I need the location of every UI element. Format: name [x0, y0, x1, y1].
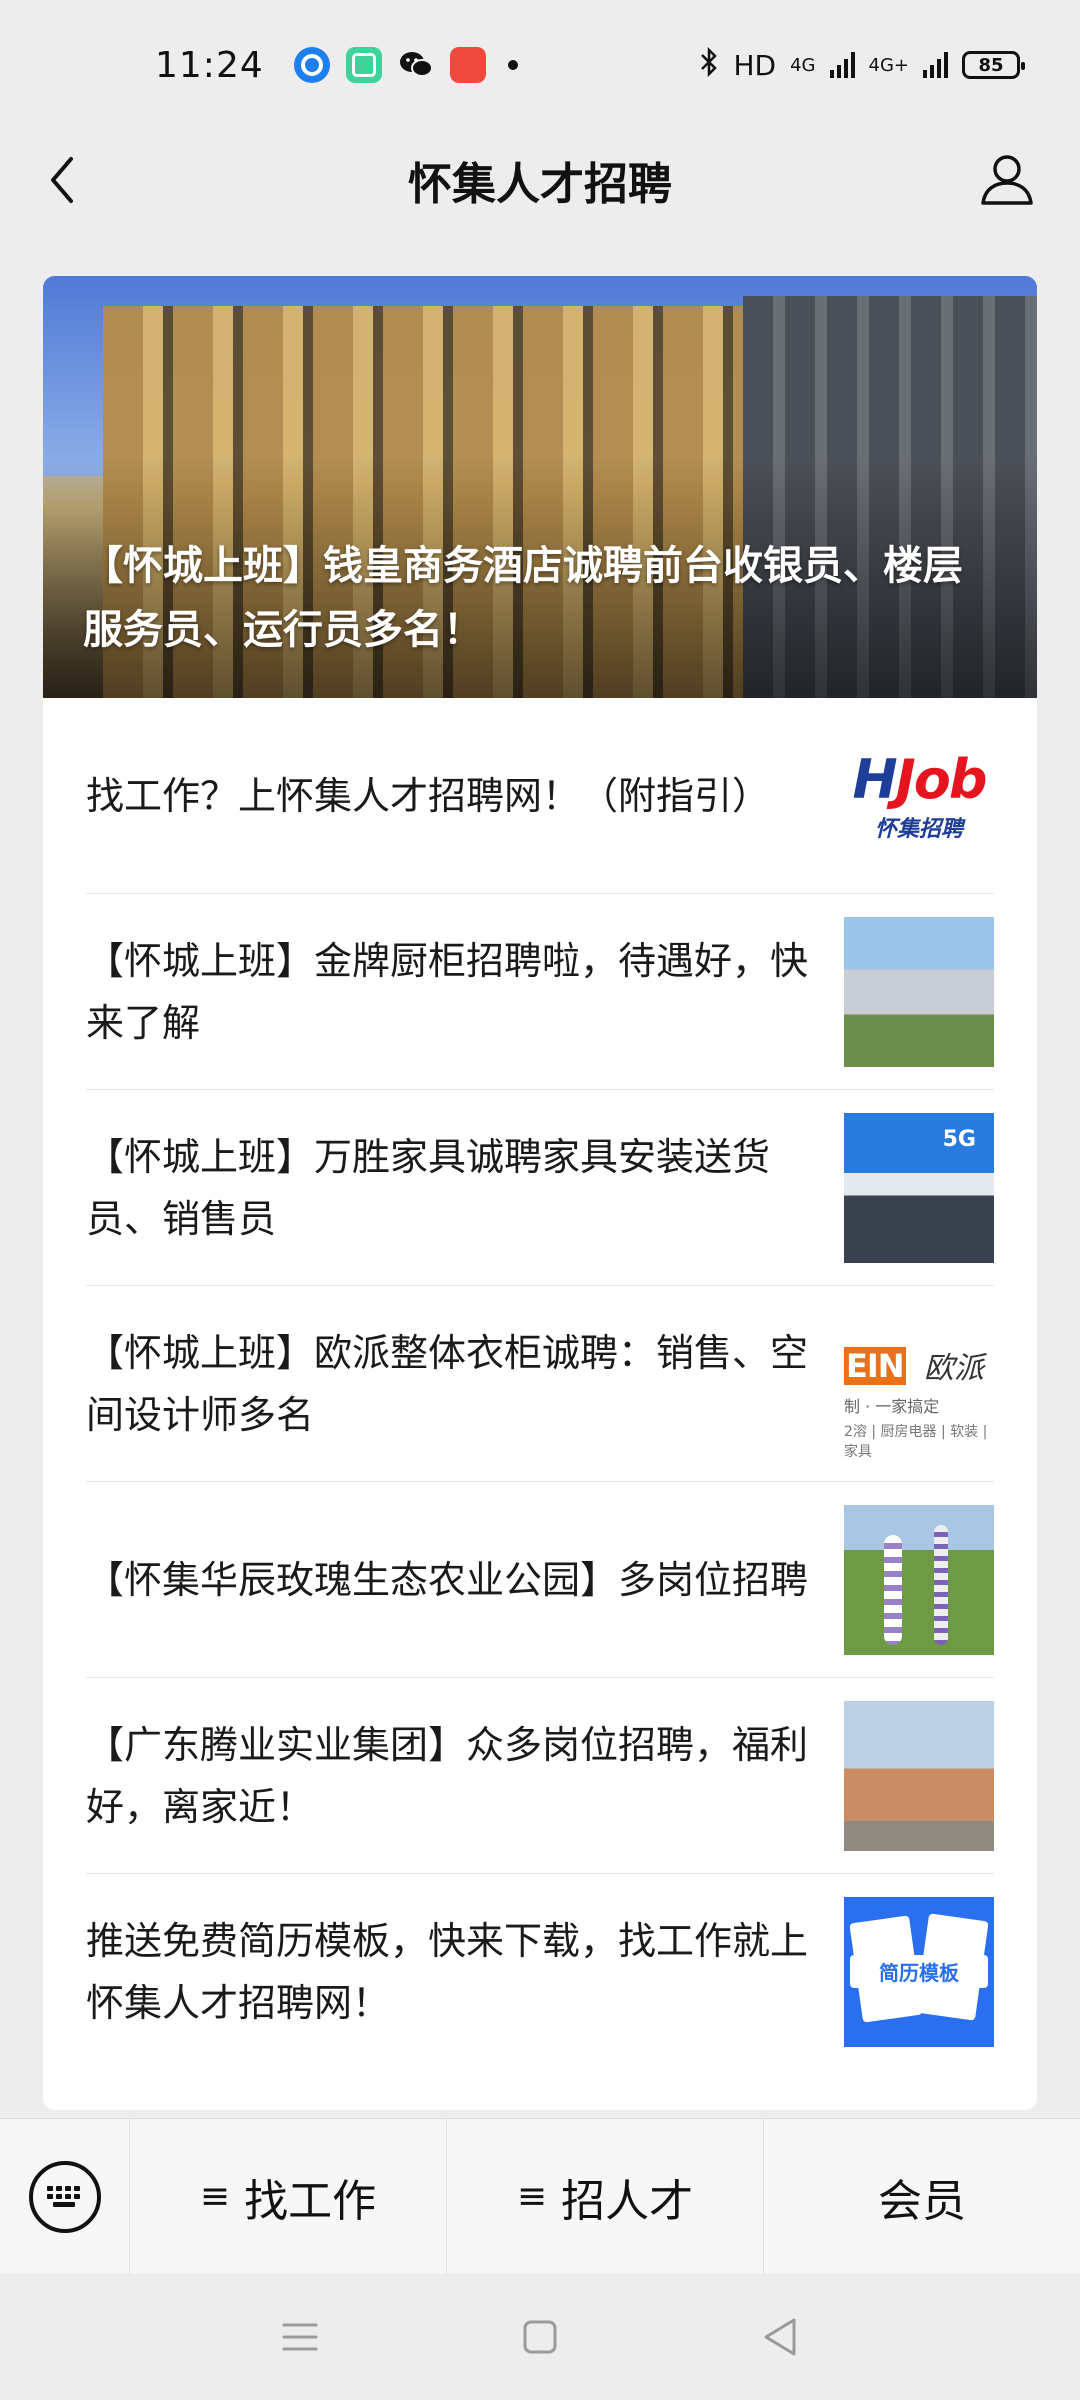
back-arrow-icon [51, 157, 73, 203]
bluetooth-icon [699, 46, 719, 84]
list-item[interactable]: 找工作？上怀集人才招聘网！（附指引） HJob 怀集招聘 [86, 698, 994, 894]
menu-recruit-label: 招人才 [561, 2175, 694, 2227]
back-nav-button[interactable] [750, 2307, 810, 2367]
job-logo: HJob [852, 748, 988, 811]
keyboard-icon [28, 2160, 101, 2233]
qq-browser-icon [293, 47, 330, 83]
article-thumbnail [844, 916, 994, 1067]
article-thumbnail [844, 1700, 994, 1851]
keyboard-toggle-button[interactable] [0, 2118, 130, 2275]
list-item[interactable]: 【怀城上班】金牌厨柜招聘啦，待遇好，快来了解 [86, 894, 994, 1090]
hero-article[interactable]: 【怀城上班】钱皇商务酒店诚聘前台收银员、楼层服务员、运行员多名！ [43, 276, 1037, 698]
job-logo-text: Job [895, 748, 988, 811]
list-item[interactable]: 【怀城上班】欧派整体衣柜诚聘：销售、空间设计师多名 EIN 欧派 制 · 一家搞… [86, 1286, 994, 1482]
article-title: 推送免费简历模板，快来下载，找工作就上怀集人才招聘网！ [86, 1919, 809, 2025]
triangle-back-icon [764, 2318, 796, 2356]
menu-icon [282, 2323, 318, 2351]
recent-apps-button[interactable] [270, 2307, 330, 2367]
brand-logo-latin: EIN [844, 1346, 906, 1385]
status-time: 11:24 [155, 44, 264, 86]
bottom-menu: ≡ 找工作 ≡ 招人才 会员 [0, 2118, 1080, 2275]
signal-label-1: 4G [790, 54, 816, 76]
system-nav-bar [0, 2274, 1080, 2400]
article-title: 【广东腾业实业集团】众多岗位招聘，福利好，离家近！ [86, 1722, 809, 1829]
article-title: 【怀城上班】金牌厨柜招聘啦，待遇好，快来了解 [86, 938, 809, 1045]
article-thumbnail [844, 1504, 994, 1655]
article-title: 【怀集华辰玫瑰生态农业公园】多岗位招聘 [86, 1557, 809, 1602]
hd-label: HD [733, 48, 777, 82]
signal-label-2: 4G+ [868, 54, 909, 76]
signal-icon [829, 52, 855, 78]
square-icon [523, 2320, 557, 2354]
hero-title: 【怀城上班】钱皇商务酒店诚聘前台收银员、楼层服务员、运行员多名！ [83, 543, 963, 653]
brand-logo-text: EIN [844, 1346, 906, 1385]
article-list: 找工作？上怀集人才招聘网！（附指引） HJob 怀集招聘 【怀城上班】金牌厨柜招… [43, 698, 1037, 2070]
list-item[interactable]: 推送免费简历模板，快来下载，找工作就上怀集人才招聘网！ 简历模板 [86, 1874, 994, 2070]
notification-icons [293, 47, 518, 83]
list-item[interactable]: 【怀城上班】万胜家具诚聘家具安装送货员、销售员 [86, 1090, 994, 1286]
more-notifications-dot [507, 60, 518, 70]
page-header: 怀集人才招聘 [0, 130, 1080, 230]
battery-icon: 85 [962, 51, 1025, 79]
status-right: HD 4G 4G+ 85 [699, 46, 1025, 84]
article-title: 找工作？上怀集人才招聘网！（附指引） [86, 773, 771, 818]
article-thumbnail: HJob 怀集招聘 [844, 720, 994, 871]
article-title: 【怀城上班】万胜家具诚聘家具安装送货员、销售员 [86, 1134, 771, 1241]
menu-find-job-label: 找工作 [244, 2175, 377, 2227]
resume-label: 简历模板 [850, 1955, 988, 1988]
menu-member[interactable]: 会员 [764, 2119, 1080, 2275]
menu-list-icon: ≡ [516, 2176, 548, 2217]
signal-icon-2 [923, 52, 948, 78]
red-app-icon [449, 47, 486, 83]
article-thumbnail: EIN 欧派 制 · 一家搞定 2溶 | 厨房电器 | 软装 | 家具 [844, 1308, 994, 1459]
brand-tagline: 制 · 一家搞定 [844, 1396, 940, 1416]
menu-find-job[interactable]: ≡ 找工作 [130, 2118, 447, 2275]
job-logo-subtitle: 怀集招聘 [874, 817, 963, 842]
brand-categories: 2溶 | 厨房电器 | 软装 | 家具 [844, 1423, 988, 1459]
article-card: 【怀城上班】钱皇商务酒店诚聘前台收银员、楼层服务员、运行员多名！ 找工作？上怀集… [43, 276, 1037, 2110]
user-icon [981, 155, 1033, 205]
article-thumbnail: 简历模板 [844, 1897, 994, 2047]
job-logo-letter: H [852, 748, 897, 811]
home-button[interactable] [510, 2307, 570, 2367]
list-item[interactable]: 【广东腾业实业集团】众多岗位招聘，福利好，离家近！ [86, 1678, 994, 1874]
profile-button[interactable] [972, 144, 1042, 214]
app-icon [345, 47, 382, 83]
list-item[interactable]: 【怀集华辰玫瑰生态农业公园】多岗位招聘 [86, 1482, 994, 1678]
brand-logo-chinese: 欧派 [924, 1350, 984, 1386]
article-title: 【怀城上班】欧派整体衣柜诚聘：销售、空间设计师多名 [86, 1330, 809, 1437]
menu-member-label: 会员 [878, 2175, 966, 2227]
wechat-icon [398, 47, 434, 83]
back-button[interactable] [30, 148, 94, 212]
article-thumbnail [844, 1112, 994, 1263]
page-title: 怀集人才招聘 [408, 159, 672, 210]
menu-list-icon: ≡ [199, 2176, 231, 2217]
status-bar: 11:24 HD 4G 4G+ 85 [0, 0, 1080, 130]
menu-recruit[interactable]: ≡ 招人才 [447, 2118, 764, 2275]
